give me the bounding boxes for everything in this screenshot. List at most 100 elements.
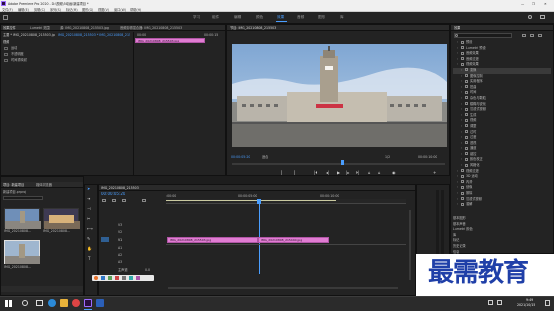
menu-clip[interactable]: 剪辑(C) <box>34 8 45 12</box>
ec-prop-time-remap[interactable]: 时间重映射 <box>11 58 27 62</box>
program-scrubber[interactable] <box>232 163 445 165</box>
32bit-icon[interactable] <box>530 34 534 37</box>
chrome-icon[interactable] <box>72 299 80 307</box>
add-marker-icon[interactable] <box>122 199 126 202</box>
search-icon[interactable] <box>528 15 532 19</box>
menu-window[interactable]: 窗口(W) <box>114 8 126 12</box>
timeline-zoom-bar[interactable] <box>168 287 398 289</box>
timeline-timecode[interactable]: 00:00:05:20 <box>101 192 125 196</box>
tab-media-browser[interactable]: 媒体浏览器 <box>36 183 52 187</box>
network-icon[interactable] <box>488 300 493 305</box>
project-search-input[interactable] <box>3 196 43 200</box>
work-area-bar[interactable] <box>166 200 336 201</box>
go-to-in-icon[interactable]: |⏴ <box>314 170 317 175</box>
type-tool-icon[interactable]: T <box>88 256 90 261</box>
close-button[interactable]: ✕ <box>544 2 550 6</box>
workspace-tab-assembly[interactable]: 组件 <box>212 15 219 20</box>
tab-audio-clip-mixer[interactable]: 音频剪辑混合器: IMG_20210808_215503 <box>120 26 220 30</box>
ec-mini-clip[interactable]: IMG_20210808_215503.jpg <box>135 38 205 43</box>
effects-search-input[interactable] <box>454 33 512 38</box>
taskbar-date[interactable]: 2021/10/15 <box>517 303 535 307</box>
track-label-a1[interactable]: A1 <box>118 246 122 250</box>
workspace-tab-color[interactable]: 颜色 <box>256 15 263 20</box>
hand-tool-icon[interactable]: ✋ <box>87 246 92 251</box>
master-clip-label[interactable]: 主要 * IMG_20210808_215503.jpg <box>3 33 55 37</box>
app-icon[interactable] <box>108 276 112 280</box>
timeline-settings-icon[interactable] <box>142 199 146 202</box>
menu-help[interactable]: 帮助(H) <box>130 8 141 12</box>
premiere-taskbar-icon[interactable] <box>84 299 92 307</box>
pen-tool-icon[interactable]: ✎ <box>87 236 90 241</box>
app-icon[interactable] <box>94 276 98 280</box>
app-icon[interactable] <box>136 276 140 280</box>
workspace-tab-effects[interactable]: 效果 <box>277 15 284 20</box>
program-playhead[interactable] <box>341 160 345 165</box>
sequence-clip-label[interactable]: IMG_20210808_215503 * IMG_20210808_21550… <box>58 33 130 37</box>
master-track-value[interactable]: 0.0 <box>145 268 150 272</box>
mark-out-icon[interactable]: ▕ <box>292 170 295 175</box>
minimize-button[interactable]: — <box>521 2 527 6</box>
word-icon[interactable] <box>96 299 104 307</box>
overwrite-icon[interactable]: ⌂ <box>378 170 381 175</box>
tab-effects[interactable]: 效果 <box>454 26 460 30</box>
effects-list-item[interactable]: › 溶解 <box>453 202 551 208</box>
mark-in-icon[interactable]: ▏ <box>281 170 284 175</box>
explorer-icon[interactable] <box>60 299 68 307</box>
program-timecode[interactable]: 00:00:05:20 <box>231 155 250 159</box>
ripple-edit-tool-icon[interactable]: ⊣ <box>87 206 90 211</box>
menu-edit[interactable]: 编辑(E) <box>18 8 29 12</box>
play-icon[interactable]: ▶ <box>337 170 340 175</box>
razor-tool-icon[interactable]: ✂ <box>87 216 90 221</box>
app-icon[interactable] <box>115 276 119 280</box>
track-label-v3[interactable]: V3 <box>118 223 122 227</box>
selection-tool-icon[interactable]: ➤ <box>87 186 90 191</box>
timeline-vertical-scroll[interactable] <box>409 210 411 280</box>
workspace-tab-audio[interactable]: 音频 <box>297 15 304 20</box>
timeline-clip[interactable]: IMG_20210808_215503.jpg <box>167 237 258 243</box>
add-button-icon[interactable]: + <box>433 170 436 175</box>
workspace-tab-libraries[interactable]: 库 <box>340 15 344 20</box>
program-monitor-title[interactable]: 节目: IMG_20210808_215503 <box>230 26 276 30</box>
tab-source[interactable]: 源: IMG_20210808_215503.jpg <box>60 26 112 30</box>
snap-icon[interactable] <box>102 199 106 202</box>
home-icon[interactable] <box>3 15 8 20</box>
workspace-tab-editing[interactable]: 编辑 <box>234 15 241 20</box>
workspace-tab-learning[interactable]: 学习 <box>193 15 200 20</box>
slip-tool-icon[interactable]: ⟷ <box>87 226 93 231</box>
insert-icon[interactable]: ⌂ <box>368 170 371 175</box>
fit-dropdown[interactable]: 适合 <box>262 155 268 159</box>
go-to-out-icon[interactable]: ⏵| <box>356 170 359 175</box>
project-thumbnail[interactable] <box>4 240 40 264</box>
track-label-a2[interactable]: A2 <box>118 253 122 257</box>
app-icon[interactable] <box>122 276 126 280</box>
menu-file[interactable]: 文件(F) <box>2 8 13 12</box>
ec-prop-motion[interactable]: 运动 <box>11 46 17 50</box>
menu-graphics[interactable]: 图形(G) <box>82 8 93 12</box>
workspace-tab-graphics[interactable]: 图形 <box>318 15 325 20</box>
volume-icon[interactable] <box>497 300 502 305</box>
maximize-button[interactable]: ❐ <box>532 2 538 6</box>
yuv-icon[interactable] <box>538 34 542 37</box>
track-label-v2[interactable]: V2 <box>118 230 122 234</box>
menu-sequence[interactable]: 序列(S) <box>50 8 61 12</box>
export-frame-icon[interactable]: ◉ <box>392 170 396 175</box>
tab-project[interactable]: 项目: 新建项目 <box>3 183 24 187</box>
app-icon[interactable] <box>101 276 105 280</box>
step-back-icon[interactable]: ◂| <box>326 170 329 175</box>
menu-marker[interactable]: 标记(M) <box>66 8 78 12</box>
tab-lumetri-scopes[interactable]: Lumetri 范围 <box>30 26 50 30</box>
tab-timeline-sequence[interactable]: IMG_20210808_215503 <box>101 186 139 190</box>
menu-view[interactable]: 视图(V) <box>98 8 109 12</box>
tab-effect-controls[interactable]: 效果控件 <box>3 26 16 30</box>
edge-icon[interactable] <box>48 299 56 307</box>
notification-icon[interactable] <box>545 300 550 306</box>
track-label-a3[interactable]: A3 <box>118 260 122 264</box>
linked-selection-icon[interactable] <box>112 199 116 202</box>
track-label-v1[interactable]: V1 <box>118 238 122 242</box>
timeline-clip[interactable]: IMG_20210808_215440.jpg <box>258 237 329 243</box>
start-icon[interactable] <box>5 300 12 307</box>
expand-icon[interactable] <box>540 15 545 19</box>
task-view-icon[interactable] <box>36 300 43 306</box>
zoom-dropdown[interactable]: 1/2 <box>385 155 390 159</box>
track-select-tool-icon[interactable]: ⇥ <box>87 196 90 201</box>
